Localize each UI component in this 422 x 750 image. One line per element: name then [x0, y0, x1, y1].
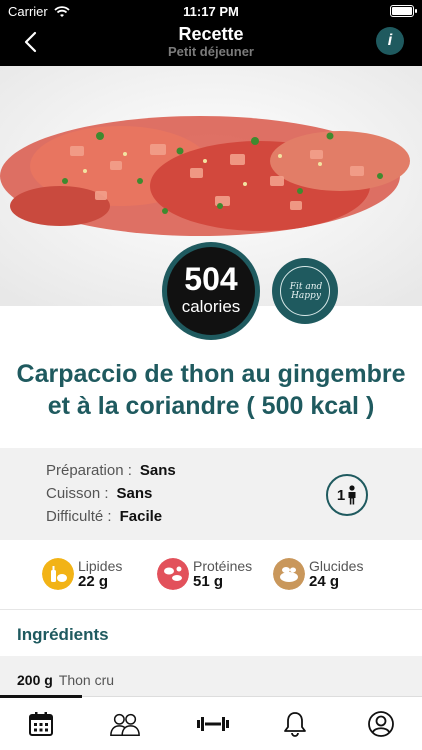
- ingredient-name: Thon cru: [58, 672, 115, 688]
- logo-ring: Fit and Happy: [280, 266, 330, 316]
- macro-glucides-label: Glucides: [309, 558, 364, 574]
- nav-bar: Recette Petit déjeuner i: [0, 22, 422, 66]
- persons-count: 1: [336, 486, 346, 504]
- ingredient-row: 200 g Thon cru: [0, 656, 422, 696]
- carbs-icon: [273, 558, 305, 590]
- macro-lipides-value: 22 g: [78, 573, 109, 590]
- ingredient-quantity: 200 g: [17, 672, 53, 688]
- persons-button[interactable]: 1: [326, 474, 368, 516]
- calories-inner: 504 calories: [167, 247, 255, 335]
- tab-workout[interactable]: [195, 709, 231, 739]
- calendar-icon: [29, 712, 53, 736]
- macro-glucides: Glucides 24 g: [273, 558, 363, 590]
- active-tab-indicator: [0, 695, 82, 698]
- header: Carrier 11:17 PM Recette Petit déjeuner …: [0, 0, 422, 66]
- recipe-title: Carpaccio de thon au gingembre et à la c…: [16, 360, 406, 420]
- status-time: 11:17 PM: [183, 4, 239, 19]
- ingredients-header: Ingrédients: [0, 611, 422, 656]
- nav-subtitle: Petit déjeuner: [168, 44, 254, 59]
- tab-bar: [0, 695, 422, 750]
- tab-community[interactable]: [109, 709, 141, 739]
- ingredient-item: 200 g Thon cru: [17, 672, 114, 688]
- recipe-details: Préparation : Sans Cuisson : Sans Difficul…: [0, 448, 422, 540]
- preparation-label: Préparation :: [46, 462, 132, 479]
- difficulte-value: Facile: [119, 508, 163, 525]
- macro-glucides-value: 24 g: [309, 573, 340, 590]
- preparation-value: Sans: [139, 462, 176, 479]
- macro-lipides-label: Lipides: [78, 558, 123, 574]
- bell-icon: [284, 712, 306, 737]
- preparation-row: Préparation : Sans: [46, 462, 176, 479]
- logo-text: Fit and Happy: [289, 282, 323, 301]
- tab-profile[interactable]: [365, 709, 397, 739]
- calories-label: calories: [181, 297, 241, 316]
- nav-title: Recette: [178, 24, 244, 44]
- difficulte-row: Difficulté : Facile: [46, 508, 162, 525]
- person-icon: [348, 485, 356, 505]
- profile-icon: [368, 711, 394, 737]
- status-bar: Carrier 11:17 PM: [0, 0, 422, 22]
- tab-calendar[interactable]: [25, 709, 57, 739]
- proteins-icon: [157, 558, 189, 590]
- lipids-icon: [42, 558, 74, 590]
- cuisson-row: Cuisson : Sans: [46, 485, 152, 502]
- calories-badge: 504 calories: [162, 242, 260, 340]
- cuisson-value: Sans: [116, 485, 153, 502]
- battery-icon: [390, 5, 417, 17]
- macro-proteines-value: 51 g: [193, 573, 224, 590]
- ingredients-title: Ingrédients: [17, 625, 109, 644]
- community-icon: [110, 713, 140, 737]
- calories-value: 504: [184, 261, 238, 297]
- info-button[interactable]: i: [376, 27, 404, 55]
- difficulte-label: Difficulté :: [46, 508, 112, 525]
- dumbbell-icon: [197, 717, 229, 731]
- macro-proteines-label: Protéines: [193, 558, 253, 574]
- macros-section: Lipides 22 g Protéines 51 g Glucides 24 …: [0, 540, 422, 610]
- macro-lipides: Lipides 22 g: [42, 558, 122, 590]
- tab-notifications[interactable]: [279, 709, 311, 739]
- macro-proteines: Protéines 51 g: [157, 558, 252, 590]
- brand-logo: Fit and Happy: [272, 258, 338, 324]
- cuisson-label: Cuisson :: [46, 485, 109, 502]
